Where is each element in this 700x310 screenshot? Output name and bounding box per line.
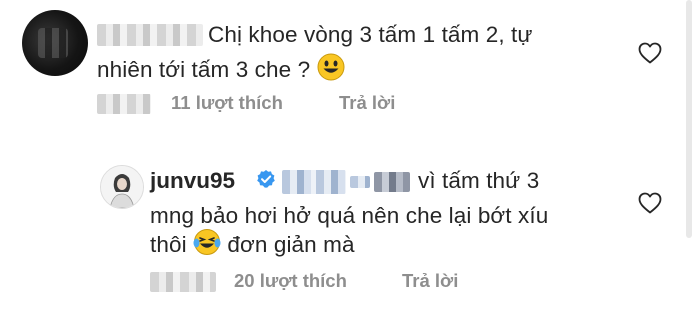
blurred-mention[interactable]	[282, 170, 346, 194]
blurred-timestamp	[97, 94, 151, 114]
comment-text-line-1: Chị khoe vòng 3 tấm 1 tấm 2, tự	[208, 22, 533, 47]
like-count[interactable]: 20 lượt thích	[234, 270, 347, 292]
like-heart-icon[interactable]	[638, 42, 662, 64]
reply-text-line-1: vì tấm thứ 3	[418, 168, 540, 193]
scrollbar[interactable]	[686, 0, 692, 238]
avatar[interactable]	[22, 10, 88, 76]
like-heart-icon[interactable]	[638, 192, 662, 214]
reply-text-line-3: thôi đơn giản mà	[150, 227, 355, 262]
blurred-mention-end	[374, 172, 410, 192]
smiling-face-icon	[317, 53, 345, 81]
laughing-tears-icon	[193, 229, 221, 255]
verified-badge-icon	[257, 170, 275, 188]
blurred-mention-dot	[350, 176, 370, 188]
profile-photo-icon	[101, 166, 143, 208]
blurred-timestamp	[150, 272, 216, 292]
reply-text-line-3-start: thôi	[150, 232, 187, 257]
reply-button[interactable]: Trả lời	[339, 92, 395, 114]
reply-button[interactable]: Trả lời	[402, 270, 458, 292]
blurred-username[interactable]	[97, 24, 203, 46]
reply-text-line-3-end: đơn giản mà	[227, 232, 355, 257]
comment-text-line-2: nhiên tới tấm 3 che ?	[97, 52, 345, 87]
avatar[interactable]	[100, 165, 144, 209]
username[interactable]: junvu95	[150, 168, 235, 194]
like-count[interactable]: 11 lượt thích	[171, 92, 283, 114]
comment-text-line-2-content: nhiên tới tấm 3 che ?	[97, 57, 311, 82]
